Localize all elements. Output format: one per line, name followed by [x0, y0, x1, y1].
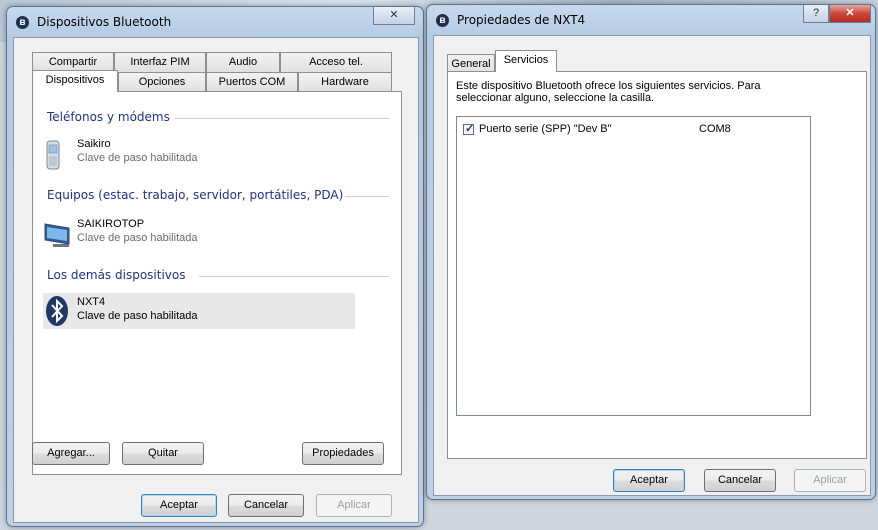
- ok-button[interactable]: Aceptar: [613, 469, 685, 492]
- device-item-saikirotop[interactable]: SAIKIROTOP Clave de paso habilitada: [43, 216, 363, 252]
- group-divider: [199, 276, 389, 277]
- apply-button[interactable]: Aplicar: [794, 469, 866, 492]
- tab-puertos-com[interactable]: Puertos COM: [206, 72, 298, 92]
- bluetooth-icon: [46, 296, 68, 326]
- tab-compartir[interactable]: Compartir: [32, 52, 114, 72]
- help-icon: ?: [812, 7, 820, 19]
- nxt4-properties-window: ʙ Propiedades de NXT4 ? ✕ General Servic…: [426, 4, 876, 500]
- tab-hardware[interactable]: Hardware: [298, 72, 392, 92]
- service-item[interactable]: ✓ Puerto serie (SPP) "Dev B" COM8: [461, 122, 801, 138]
- group-heading-computers: Equipos (estac. trabajo, servidor, portá…: [47, 188, 344, 202]
- tab-opciones[interactable]: Opciones: [118, 72, 206, 92]
- properties-button[interactable]: Propiedades: [302, 442, 384, 465]
- tab-servicios[interactable]: Servicios: [495, 50, 557, 72]
- title-bar[interactable]: ʙ Propiedades de NXT4 ? ✕: [427, 5, 875, 35]
- window-title: Dispositivos Bluetooth: [37, 15, 172, 29]
- dialog-client-area: General Servicios Este dispositivo Bluet…: [433, 35, 871, 496]
- checkmark-icon: ✓: [465, 123, 475, 135]
- mobile-phone-icon: [46, 140, 60, 170]
- title-bar[interactable]: ʙ Dispositivos Bluetooth ✕: [7, 7, 423, 37]
- window-title: Propiedades de NXT4: [457, 13, 586, 27]
- device-name: Saikiro: [77, 138, 111, 150]
- computer-monitor-icon: [44, 223, 70, 247]
- device-name: NXT4: [77, 296, 106, 308]
- bluetooth-icon: ʙ: [16, 16, 29, 29]
- service-name: Puerto serie (SPP) "Dev B": [479, 123, 612, 135]
- add-device-button[interactable]: Agregar...: [32, 442, 110, 465]
- group-divider: [175, 118, 389, 119]
- cancel-button[interactable]: Cancelar: [228, 494, 304, 517]
- device-item-saikiro[interactable]: Saikiro Clave de paso habilitada: [43, 136, 363, 172]
- bluetooth-devices-window: ʙ Dispositivos Bluetooth ✕ Compartir Int…: [6, 6, 424, 527]
- service-checkbox[interactable]: ✓: [463, 123, 475, 135]
- services-description: Este dispositivo Bluetooth ofrece los si…: [456, 80, 761, 104]
- remove-device-button[interactable]: Quitar: [122, 442, 204, 465]
- cancel-button[interactable]: Cancelar: [704, 469, 776, 492]
- ok-button[interactable]: Aceptar: [141, 494, 217, 517]
- services-list: ✓ Puerto serie (SPP) "Dev B" COM8: [456, 116, 811, 416]
- dialog-client-area: Compartir Interfaz PIM Audio Acceso tel.…: [13, 37, 419, 523]
- tab-interfaz-pim[interactable]: Interfaz PIM: [114, 52, 206, 72]
- group-heading-others: Los demás dispositivos: [47, 268, 186, 282]
- device-status: Clave de paso habilitada: [77, 310, 198, 322]
- help-button[interactable]: ?: [803, 5, 829, 23]
- service-port: COM8: [699, 123, 731, 135]
- device-status: Clave de paso habilitada: [77, 152, 198, 164]
- apply-button[interactable]: Aplicar: [316, 494, 392, 517]
- tab-dispositivos[interactable]: Dispositivos: [32, 70, 118, 92]
- device-name: SAIKIROTOP: [77, 218, 145, 230]
- group-heading-phones: Teléfonos y módems: [47, 110, 170, 124]
- close-icon: ✕: [845, 7, 855, 19]
- close-button[interactable]: ✕: [829, 5, 871, 23]
- close-icon: ✕: [389, 9, 399, 21]
- tab-audio[interactable]: Audio: [206, 52, 280, 72]
- bluetooth-icon: ʙ: [436, 14, 449, 27]
- device-status: Clave de paso habilitada: [77, 232, 198, 244]
- devices-tab-panel: Teléfonos y módems Saikiro Clave de paso…: [32, 91, 402, 475]
- group-divider: [345, 196, 389, 197]
- device-item-nxt4[interactable]: NXT4 Clave de paso habilitada: [43, 293, 355, 329]
- services-tab-panel: Este dispositivo Bluetooth ofrece los si…: [447, 71, 867, 459]
- close-button[interactable]: ✕: [373, 7, 415, 25]
- tab-acceso-tel[interactable]: Acceso tel.: [280, 52, 392, 72]
